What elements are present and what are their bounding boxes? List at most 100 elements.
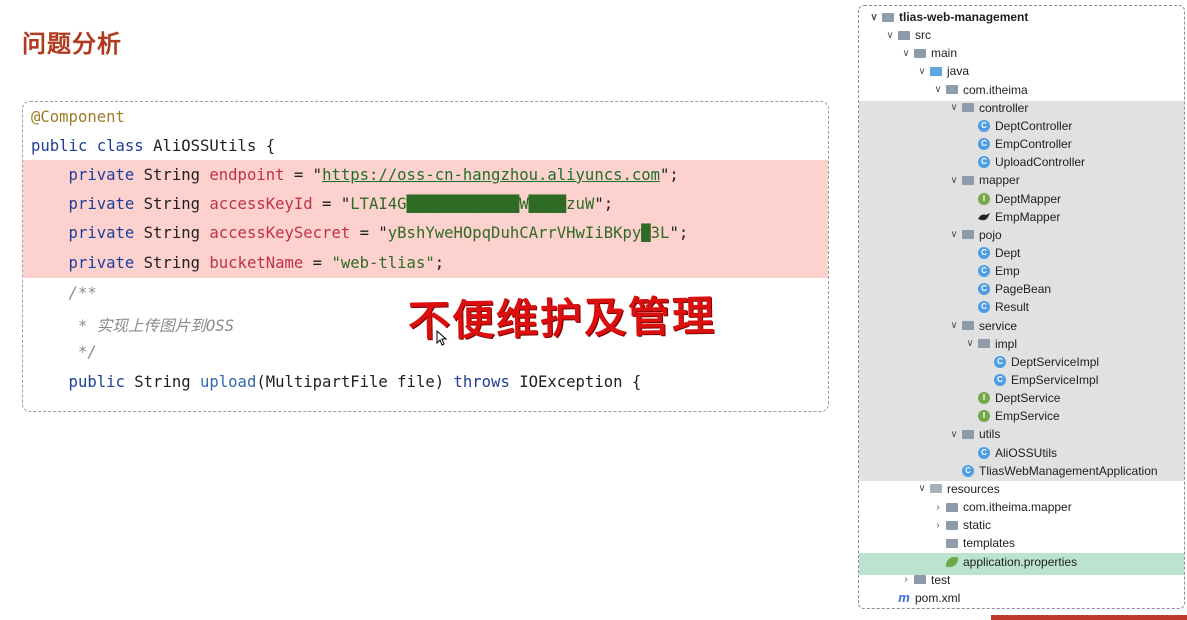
tree-item-label: UploadController: [995, 155, 1086, 170]
chevron-right-icon[interactable]: ›: [931, 520, 945, 531]
chevron-down-icon[interactable]: ∨: [947, 229, 961, 240]
code-token: IOException {: [519, 373, 642, 391]
tree-item[interactable]: C EmpController: [963, 135, 1072, 153]
code-line: public class AliOSSUtils {: [31, 137, 275, 155]
tree-item[interactable]: ∨ main: [899, 44, 957, 62]
code-line: private String accessKeySecret = "yBshYw…: [31, 224, 689, 242]
tree-item[interactable]: C DeptServiceImpl: [979, 353, 1099, 371]
source-folder-icon: [929, 64, 943, 78]
code-token: String: [143, 195, 210, 213]
code-line: /**: [31, 284, 97, 302]
chevron-down-icon[interactable]: ∨: [947, 102, 961, 113]
chevron-right-icon[interactable]: ›: [931, 502, 945, 513]
tree-item-label: utils: [979, 427, 1001, 442]
overlay-annotation: 不便维护及管理: [407, 291, 717, 346]
tree-item[interactable]: C Dept: [963, 244, 1020, 262]
code-line: * 实现上传图片到OSS: [31, 314, 234, 336]
code-token: private: [31, 224, 144, 242]
code-line: @Component: [31, 108, 125, 126]
chevron-down-icon[interactable]: ∨: [915, 483, 929, 494]
tree-item[interactable]: › static: [931, 516, 991, 534]
chevron-down-icon[interactable]: ∨: [947, 175, 961, 186]
tree-item[interactable]: m pom.xml: [883, 589, 960, 607]
code-token: = ": [312, 195, 351, 213]
code-token: endpoint: [209, 166, 285, 184]
tree-item[interactable]: › test: [899, 571, 950, 589]
tree-item[interactable]: C Emp: [963, 262, 1020, 280]
package-icon: [961, 101, 975, 115]
tree-item[interactable]: I DeptMapper: [963, 190, 1061, 208]
tree-item[interactable]: ∨ impl: [963, 335, 1017, 353]
code-token: bucketName: [209, 254, 304, 272]
tree-item[interactable]: I EmpService: [963, 407, 1060, 425]
chevron-down-icon[interactable]: ∨: [899, 48, 913, 59]
tree-item[interactable]: ∨ controller: [947, 99, 1028, 117]
tree-item-label: DeptMapper: [995, 191, 1062, 206]
spring-leaf-icon: [945, 555, 959, 569]
tree-item[interactable]: C EmpServiceImpl: [979, 371, 1098, 389]
package-icon: [961, 427, 975, 441]
package-icon: [961, 319, 975, 333]
tree-item[interactable]: › com.itheima.mapper: [931, 498, 1071, 516]
chevron-down-icon[interactable]: ∨: [947, 320, 961, 331]
folder-icon: [945, 518, 959, 532]
class-icon: C: [993, 373, 1007, 387]
code-line: private String bucketName = "web-tlias";: [31, 254, 445, 272]
tree-item[interactable]: C TliasWebManagementApplication: [947, 462, 1158, 480]
mybatis-bird-icon: [977, 210, 991, 224]
code-token: String: [143, 254, 210, 272]
class-icon: C: [977, 137, 991, 151]
tree-item[interactable]: ∨ utils: [947, 425, 1000, 443]
tree-item[interactable]: ∨ pojo: [947, 226, 1001, 244]
tree-item[interactable]: templates: [931, 534, 1015, 552]
tree-item-label: EmpService: [995, 409, 1060, 424]
folder-icon: [945, 500, 959, 514]
tree-item-label: impl: [995, 336, 1018, 351]
tree-item[interactable]: C Result: [963, 298, 1029, 316]
tree-item[interactable]: ∨ service: [947, 317, 1017, 335]
tree-item[interactable]: application.properties: [931, 553, 1077, 571]
code-token: "web-tlias": [331, 254, 435, 272]
project-folder-icon: [881, 10, 895, 24]
tree-item[interactable]: I DeptService: [963, 389, 1060, 407]
folder-icon: [897, 28, 911, 42]
tree-item-label: EmpServiceImpl: [1011, 373, 1099, 387]
code-token: https://oss-cn-hangzhou.aliyuncs.com: [322, 166, 661, 184]
tree-item-label: Dept: [995, 245, 1021, 260]
chevron-down-icon[interactable]: ∨: [915, 66, 929, 77]
interface-icon: I: [977, 391, 991, 405]
tree-item-label: main: [931, 46, 958, 61]
chevron-down-icon[interactable]: ∨: [947, 429, 961, 440]
code-line: */: [31, 343, 97, 361]
package-icon: [977, 337, 991, 351]
tree-item[interactable]: C AliOSSUtils: [963, 444, 1057, 462]
chevron-down-icon[interactable]: ∨: [883, 30, 897, 41]
tree-item[interactable]: ∨ java: [915, 62, 969, 80]
tree-item-label: templates: [963, 536, 1016, 551]
chevron-right-icon[interactable]: ›: [899, 574, 913, 585]
tree-item-label: Result: [995, 300, 1030, 315]
tree-item[interactable]: ∨ tlias-web-management: [867, 8, 1028, 26]
folder-icon: [913, 573, 927, 587]
tree-item[interactable]: ∨ src: [883, 26, 931, 44]
chevron-down-icon[interactable]: ∨: [931, 84, 945, 95]
tree-item-label: static: [963, 518, 992, 533]
tree-item[interactable]: ∨ resources: [915, 480, 999, 498]
tree-item[interactable]: C PageBean: [963, 280, 1051, 298]
code-token: ";: [669, 224, 689, 242]
tree-item[interactable]: ∨ mapper: [947, 171, 1019, 189]
tree-item-label: src: [915, 28, 931, 43]
class-icon: C: [977, 264, 991, 278]
slide-title: 问题分析: [22, 30, 122, 58]
chevron-down-icon[interactable]: ∨: [867, 12, 881, 23]
code-line: public String upload(MultipartFile file)…: [31, 373, 642, 391]
code-token: accessKeyId: [209, 195, 313, 213]
class-icon: C: [977, 300, 991, 314]
tree-item[interactable]: C DeptController: [963, 117, 1072, 135]
tree-item[interactable]: EmpMapper: [963, 208, 1060, 226]
tree-item-label: TliasWebManagementApplication: [979, 463, 1158, 478]
tree-item[interactable]: ∨ com.itheima: [931, 81, 1027, 99]
chevron-down-icon[interactable]: ∨: [963, 338, 977, 349]
tree-item-label: AliOSSUtils: [995, 445, 1058, 460]
tree-item[interactable]: C UploadController: [963, 153, 1085, 171]
